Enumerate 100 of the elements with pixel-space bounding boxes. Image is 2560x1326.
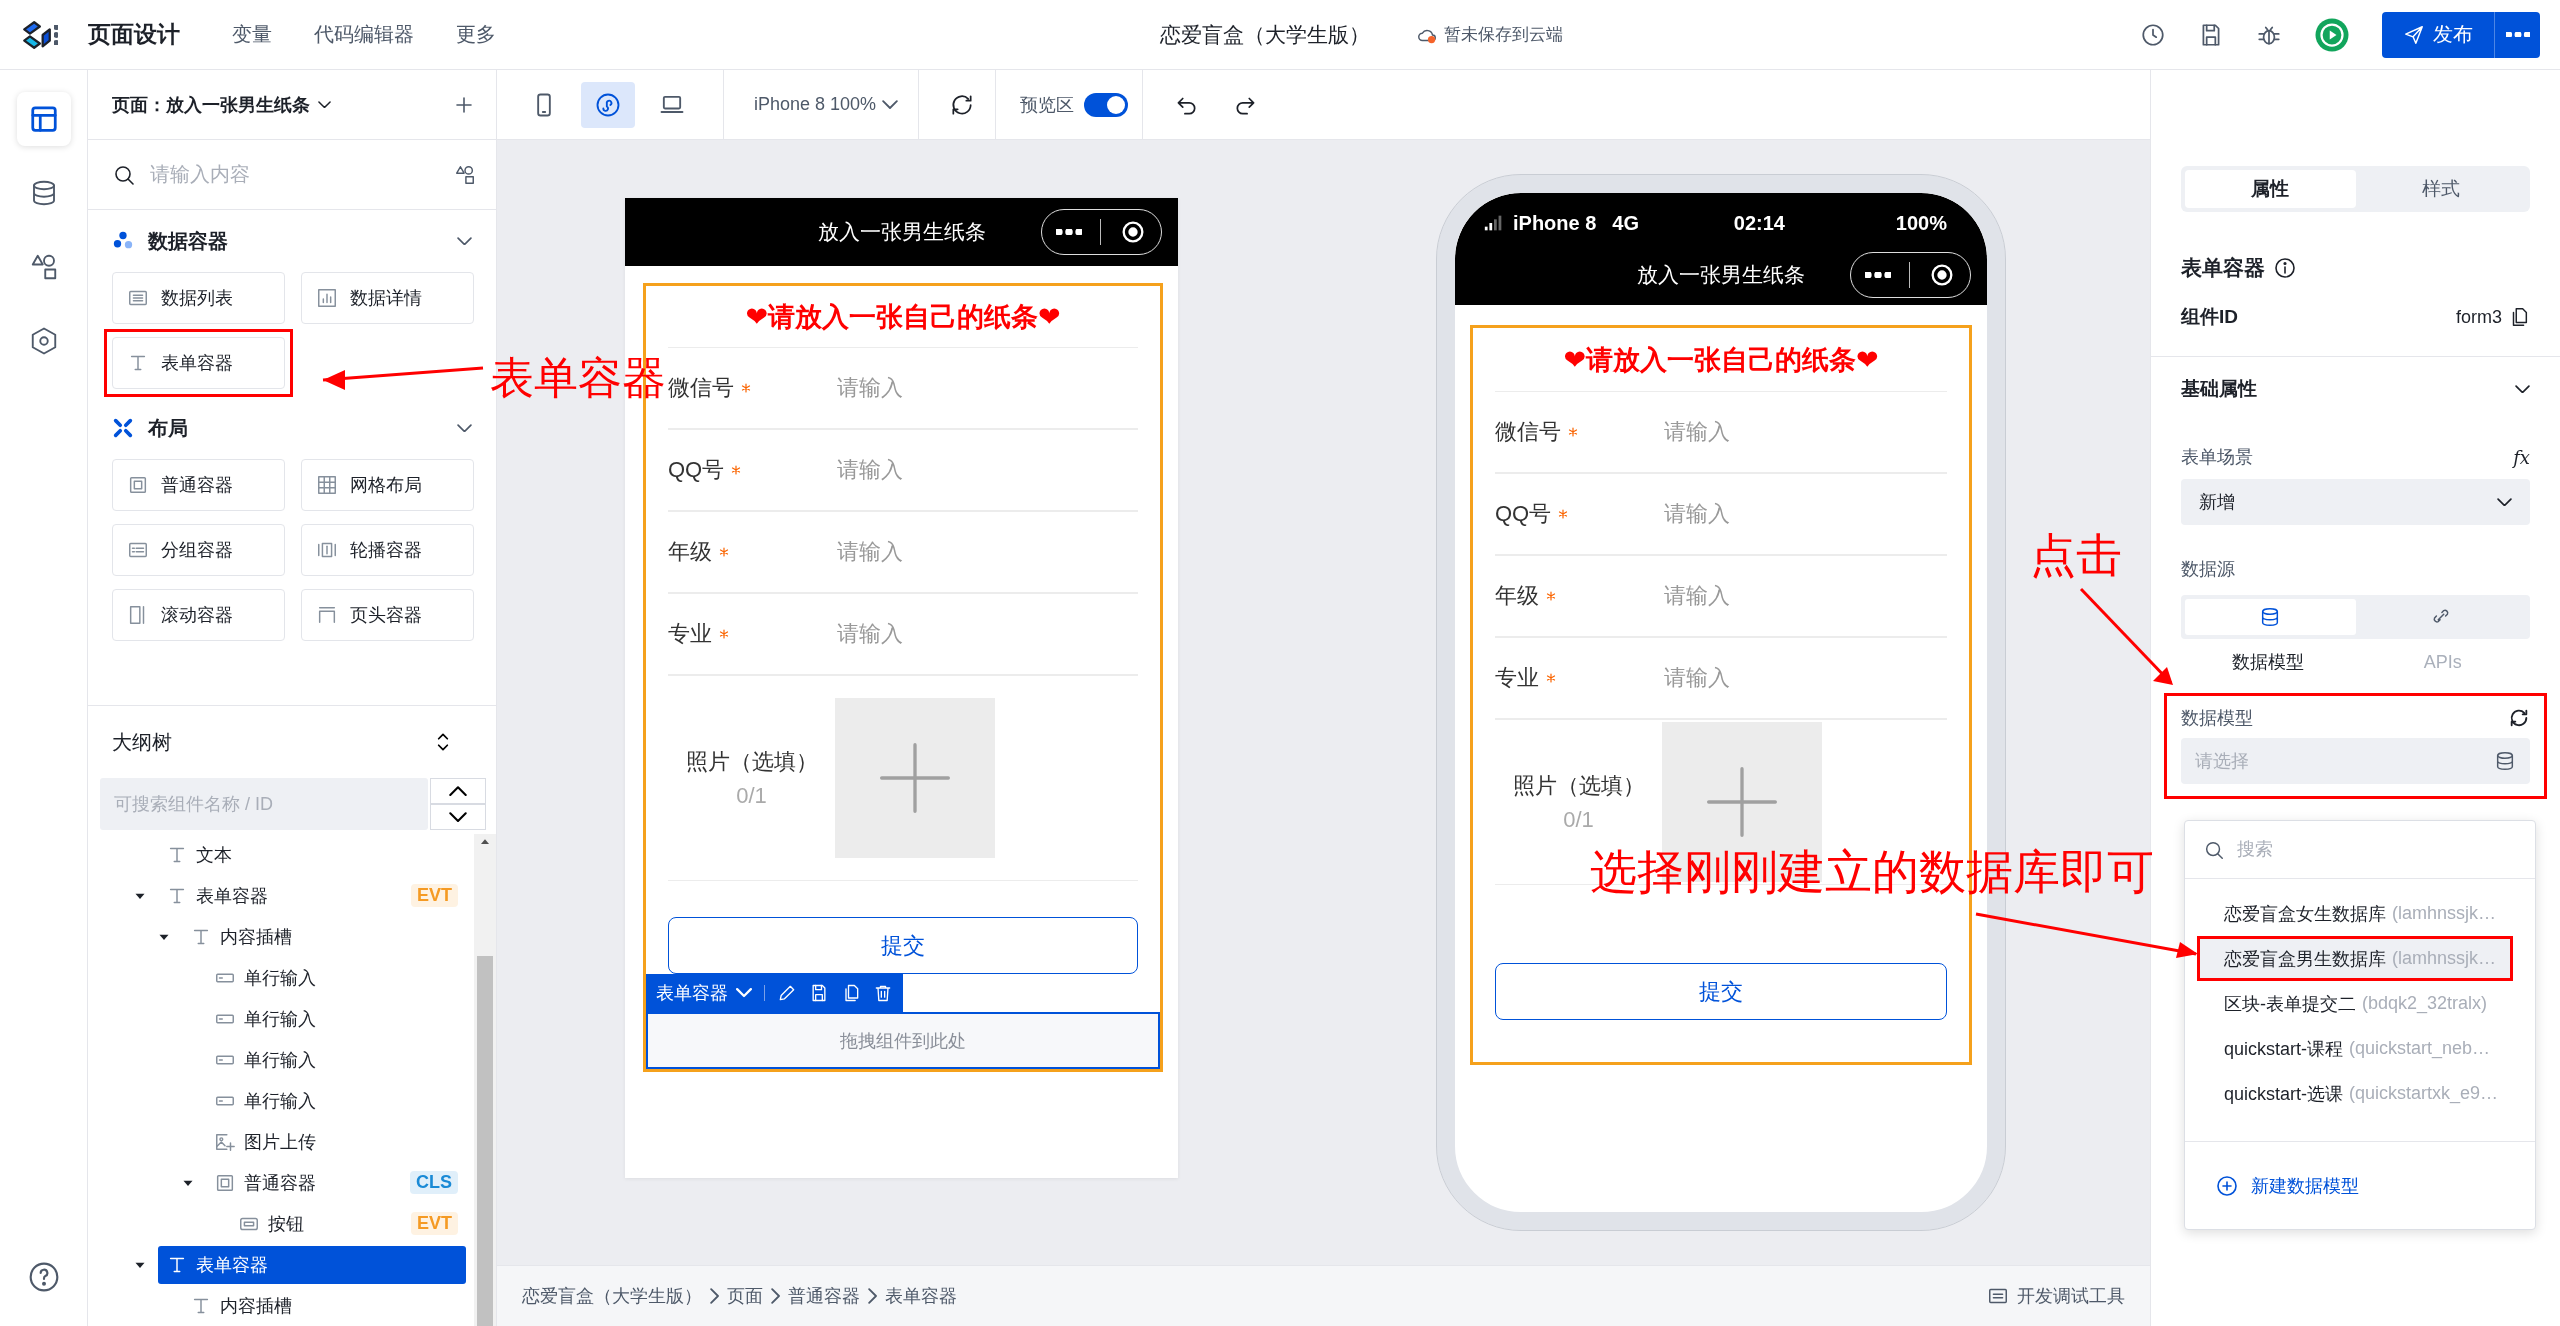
node-label: 单行输入 <box>244 1048 316 1072</box>
formula-button[interactable]: fx <box>2513 446 2530 468</box>
tree-node[interactable]: 内容插槽 <box>182 917 466 956</box>
dropdown-option[interactable]: 恋爱盲盒男生数据库 (lamhnssjk… <box>2200 939 2510 978</box>
pencil-button[interactable] <box>777 983 797 1003</box>
menu-item[interactable]: 更多 <box>452 17 501 52</box>
component-card[interactable]: 普通容器 <box>112 459 285 511</box>
project-title: 恋爱盲盒（大学生版） <box>1160 21 1370 49</box>
option-name: 恋爱盲盒女生数据库 <box>2224 902 2386 926</box>
tree-node[interactable]: 单行输入 <box>206 1081 466 1120</box>
submit-button[interactable]: 提交 <box>1495 963 1947 1020</box>
component-card[interactable]: 滚动容器 <box>112 589 285 641</box>
play-button[interactable] <box>2314 16 2350 53</box>
form-heading: ❤请放入一张自己的纸条❤ <box>668 286 1138 348</box>
field-label: 照片（选填） <box>685 748 818 776</box>
model-select[interactable]: 请选择 <box>2181 738 2530 784</box>
text-input[interactable]: 请输入 <box>1662 664 1862 692</box>
node-label: 内容插槽 <box>220 1294 292 1318</box>
menu-item[interactable]: 代码编辑器 <box>310 17 419 52</box>
tree-node[interactable]: 表单容器 EVT <box>158 876 466 915</box>
option-name: 恋爱盲盒男生数据库 <box>2224 947 2386 971</box>
component-card[interactable]: 数据列表 <box>112 272 285 324</box>
text-input[interactable]: 请输入 <box>835 538 1035 566</box>
breadcrumb-link[interactable]: 普通容器 <box>788 1284 861 1308</box>
tab[interactable]: 样式 <box>2355 170 2526 208</box>
tree-node[interactable]: 单行输入 <box>206 999 466 1038</box>
menu-item[interactable]: 变量 <box>228 17 277 52</box>
text-input[interactable]: 请输入 <box>835 374 1035 402</box>
layout-icon <box>28 104 59 134</box>
breadcrumb-link[interactable]: 恋爱盲盒（大学生版） <box>522 1284 702 1308</box>
text-input[interactable]: 请输入 <box>1662 582 1862 610</box>
field-label: 专业 <box>668 620 712 648</box>
tree-node[interactable]: 内容插槽 <box>182 1286 466 1325</box>
rail-button[interactable] <box>16 92 71 146</box>
tree-node[interactable]: 表单容器 <box>158 1245 466 1284</box>
tree-node[interactable]: 单行输入 <box>206 1040 466 1079</box>
component-card[interactable]: 页头容器 <box>301 589 474 641</box>
chevron-down-icon[interactable] <box>457 423 472 433</box>
text-input[interactable]: 请输入 <box>835 620 1035 648</box>
breadcrumb-link[interactable]: 表单容器 <box>885 1284 958 1308</box>
tag: CLS <box>410 1171 458 1194</box>
tree-node[interactable]: 文本 <box>158 835 466 874</box>
dropdown-option[interactable]: quickstart-选课 (quickstartxk_e9… <box>2200 1074 2510 1113</box>
page-selector[interactable]: 页面：放入一张男生纸条 <box>112 92 331 117</box>
more-button[interactable] <box>2494 11 2540 58</box>
devtools-button[interactable]: 开发调试工具 <box>1987 1284 2125 1308</box>
option-id: (lamhnssjk… <box>2392 903 2497 924</box>
search-field[interactable]: 可搜索组件名称 / ID <box>100 778 428 830</box>
field-label: 数据源 <box>2181 558 2235 581</box>
chevron-down-icon[interactable] <box>2515 384 2530 394</box>
previous-button[interactable] <box>430 778 486 804</box>
next-button[interactable] <box>430 804 486 830</box>
breadcrumb-link[interactable]: 页面 <box>727 1284 764 1308</box>
dropdown-option[interactable]: 恋爱盲盒女生数据库 (lamhnssjk… <box>2200 894 2510 933</box>
tree-node[interactable]: 按钮 EVT <box>230 1204 466 1243</box>
dropdown-option[interactable]: quickstart-课程 (quickstart_neb… <box>2200 1029 2510 1068</box>
trash-button[interactable] <box>873 983 893 1003</box>
toggle-switch[interactable] <box>1084 92 1129 117</box>
chevron-down-icon <box>2497 497 2512 507</box>
capsule-button[interactable] <box>1850 252 1971 298</box>
device-dropdown[interactable]: iPhone 8 100% <box>748 94 905 115</box>
component-card[interactable]: 数据详情 <box>301 272 474 324</box>
component-card[interactable]: 网格布局 <box>301 459 474 511</box>
component-card[interactable]: 分组容器 <box>112 524 285 576</box>
chevron-right-icon <box>868 1288 878 1304</box>
component-card[interactable]: 表单容器 <box>112 337 285 389</box>
node-label: 单行输入 <box>244 1089 316 1113</box>
text-input[interactable]: 请输入 <box>1662 500 1862 528</box>
create-model-button[interactable]: 新建数据模型 <box>2215 1173 2359 1198</box>
node-label: 表单容器 <box>196 884 268 908</box>
component-card[interactable]: 轮播容器 <box>301 524 474 576</box>
node-label: 文本 <box>196 843 232 867</box>
more-icon[interactable] <box>54 24 59 45</box>
tree-node[interactable]: 单行输入 <box>206 958 466 997</box>
more-icon <box>1865 272 1891 278</box>
field-label: 微信号 <box>1495 418 1561 446</box>
chevron-down-icon[interactable] <box>457 236 472 246</box>
send-icon <box>2403 23 2425 46</box>
history-button[interactable] <box>2140 21 2166 48</box>
text-input[interactable]: 请输入 <box>835 456 1035 484</box>
option-id: (quickstart_neb… <box>2349 1038 2491 1059</box>
scrollbar-thumb[interactable] <box>477 956 493 1326</box>
page-title: 放入一张男生纸条 <box>1637 262 1805 288</box>
publish-button[interactable]: 发布 <box>2382 11 2494 58</box>
component-selector[interactable]: 表单容器 <box>656 981 752 1005</box>
bar-chart-icon <box>316 287 338 309</box>
form-heading: ❤请放入一张自己的纸条❤ <box>1495 328 1947 392</box>
dropdown-option[interactable]: 区块-表单提交二 (bdqk2_32tralx) <box>2200 984 2510 1023</box>
capsule-button[interactable] <box>1041 209 1162 255</box>
text-input[interactable]: 请输入 <box>1662 418 1862 446</box>
tree-node[interactable]: 普通容器 CLS <box>206 1163 466 1202</box>
tree-node[interactable]: 图片上传 <box>206 1122 466 1161</box>
device-button[interactable] <box>581 81 635 128</box>
shapes-icon[interactable] <box>454 163 476 186</box>
group-title: 布局 <box>148 415 188 441</box>
tab[interactable]: 属性 <box>2185 170 2356 208</box>
scene-select[interactable]: 新增 <box>2181 479 2530 525</box>
refresh-button[interactable] <box>2508 707 2530 729</box>
submit-button[interactable]: 提交 <box>668 917 1138 974</box>
chevron-down-icon <box>882 99 899 110</box>
